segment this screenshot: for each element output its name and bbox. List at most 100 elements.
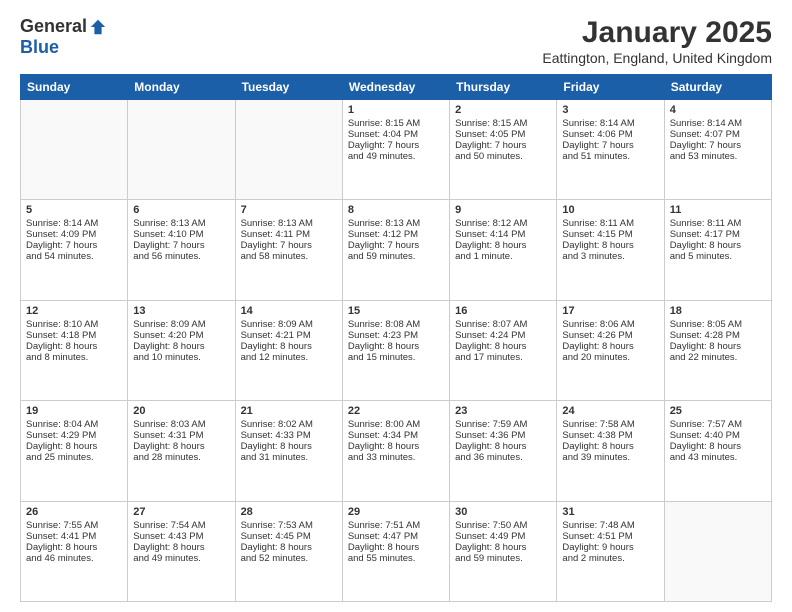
day-number: 22: [348, 405, 444, 417]
calendar-cell: [664, 501, 771, 601]
day-number: 29: [348, 506, 444, 518]
cell-text: Sunset: 4:40 PM: [670, 430, 766, 441]
cell-text: Daylight: 8 hours: [562, 240, 658, 251]
header-thursday: Thursday: [450, 75, 557, 100]
header-monday: Monday: [128, 75, 235, 100]
day-number: 12: [26, 305, 122, 317]
calendar-cell: 21Sunrise: 8:02 AMSunset: 4:33 PMDayligh…: [235, 401, 342, 501]
cell-text: Sunrise: 8:13 AM: [241, 218, 337, 229]
day-number: 8: [348, 204, 444, 216]
cell-text: Daylight: 8 hours: [348, 542, 444, 553]
cell-text: Sunrise: 8:15 AM: [455, 118, 551, 129]
cell-text: Sunset: 4:20 PM: [133, 330, 229, 341]
header-friday: Friday: [557, 75, 664, 100]
cell-text: and 22 minutes.: [670, 352, 766, 363]
calendar-cell: 8Sunrise: 8:13 AMSunset: 4:12 PMDaylight…: [342, 200, 449, 300]
cell-text: and 8 minutes.: [26, 352, 122, 363]
day-number: 13: [133, 305, 229, 317]
day-number: 30: [455, 506, 551, 518]
calendar-cell: 11Sunrise: 8:11 AMSunset: 4:17 PMDayligh…: [664, 200, 771, 300]
cell-text: Sunset: 4:28 PM: [670, 330, 766, 341]
header-saturday: Saturday: [664, 75, 771, 100]
cell-text: Daylight: 7 hours: [348, 140, 444, 151]
cell-text: Daylight: 8 hours: [348, 341, 444, 352]
page: General Blue January 2025 Eattington, En…: [0, 0, 792, 612]
cell-text: Daylight: 7 hours: [133, 240, 229, 251]
cell-text: Sunset: 4:23 PM: [348, 330, 444, 341]
header: General Blue January 2025 Eattington, En…: [20, 16, 772, 66]
cell-text: Sunrise: 7:55 AM: [26, 520, 122, 531]
cell-text: Daylight: 8 hours: [562, 341, 658, 352]
cell-text: and 31 minutes.: [241, 452, 337, 463]
cell-text: Daylight: 7 hours: [670, 140, 766, 151]
cell-text: Sunset: 4:29 PM: [26, 430, 122, 441]
day-number: 25: [670, 405, 766, 417]
cell-text: and 3 minutes.: [562, 251, 658, 262]
cell-text: Sunrise: 8:03 AM: [133, 419, 229, 430]
day-number: 16: [455, 305, 551, 317]
day-number: 31: [562, 506, 658, 518]
cell-text: Sunset: 4:15 PM: [562, 229, 658, 240]
cell-text: Sunrise: 8:13 AM: [133, 218, 229, 229]
cell-text: and 49 minutes.: [348, 151, 444, 162]
calendar-cell: 30Sunrise: 7:50 AMSunset: 4:49 PMDayligh…: [450, 501, 557, 601]
cell-text: Daylight: 8 hours: [133, 341, 229, 352]
cell-text: Sunset: 4:14 PM: [455, 229, 551, 240]
day-number: 18: [670, 305, 766, 317]
cell-text: and 43 minutes.: [670, 452, 766, 463]
cell-text: Sunset: 4:10 PM: [133, 229, 229, 240]
cell-text: Sunrise: 8:10 AM: [26, 319, 122, 330]
calendar-cell: 18Sunrise: 8:05 AMSunset: 4:28 PMDayligh…: [664, 300, 771, 400]
cell-text: Sunset: 4:51 PM: [562, 531, 658, 542]
day-number: 3: [562, 104, 658, 116]
cell-text: Sunrise: 8:07 AM: [455, 319, 551, 330]
cell-text: Sunset: 4:43 PM: [133, 531, 229, 542]
calendar-cell: 10Sunrise: 8:11 AMSunset: 4:15 PMDayligh…: [557, 200, 664, 300]
cell-text: Sunrise: 8:04 AM: [26, 419, 122, 430]
cell-text: and 52 minutes.: [241, 553, 337, 564]
cell-text: and 54 minutes.: [26, 251, 122, 262]
day-number: 4: [670, 104, 766, 116]
calendar-cell: 24Sunrise: 7:58 AMSunset: 4:38 PMDayligh…: [557, 401, 664, 501]
cell-text: and 51 minutes.: [562, 151, 658, 162]
day-number: 15: [348, 305, 444, 317]
calendar-cell: 15 Sunrise: 8:08 AMSunset: 4:23 PMDayligh…: [342, 300, 449, 400]
calendar-cell: 17Sunrise: 8:06 AMSunset: 4:26 PMDayligh…: [557, 300, 664, 400]
subtitle: Eattington, England, United Kingdom: [542, 50, 772, 66]
header-sunday: Sunday: [21, 75, 128, 100]
cell-text: Sunset: 4:24 PM: [455, 330, 551, 341]
calendar-cell: 4Sunrise: 8:14 AMSunset: 4:07 PMDaylight…: [664, 100, 771, 200]
cell-text: Sunrise: 7:57 AM: [670, 419, 766, 430]
cell-text: Sunrise: 8:08 AM: [348, 319, 444, 330]
logo: General Blue: [20, 16, 107, 58]
day-number: 27: [133, 506, 229, 518]
header-wednesday: Wednesday: [342, 75, 449, 100]
day-number: 1: [348, 104, 444, 116]
calendar-cell: 1Sunrise: 8:15 AMSunset: 4:04 PMDaylight…: [342, 100, 449, 200]
cell-text: Sunset: 4:31 PM: [133, 430, 229, 441]
cell-text: Sunset: 4:38 PM: [562, 430, 658, 441]
cell-text: and 53 minutes.: [670, 151, 766, 162]
cell-text: Sunrise: 8:15 AM: [348, 118, 444, 129]
cell-text: Daylight: 8 hours: [348, 441, 444, 452]
day-number: 11: [670, 204, 766, 216]
cell-text: Daylight: 8 hours: [241, 542, 337, 553]
cell-text: and 58 minutes.: [241, 251, 337, 262]
cell-text: and 1 minute.: [455, 251, 551, 262]
cell-text: Sunrise: 7:50 AM: [455, 520, 551, 531]
calendar-table: Sunday Monday Tuesday Wednesday Thursday…: [20, 74, 772, 602]
cell-text: Sunrise: 8:14 AM: [670, 118, 766, 129]
day-number: 6: [133, 204, 229, 216]
cell-text: and 59 minutes.: [348, 251, 444, 262]
calendar-cell: 25Sunrise: 7:57 AMSunset: 4:40 PMDayligh…: [664, 401, 771, 501]
cell-text: Sunrise: 8:06 AM: [562, 319, 658, 330]
cell-text: Sunset: 4:26 PM: [562, 330, 658, 341]
cell-text: and 5 minutes.: [670, 251, 766, 262]
cell-text: and 10 minutes.: [133, 352, 229, 363]
calendar-cell: 31Sunrise: 7:48 AMSunset: 4:51 PMDayligh…: [557, 501, 664, 601]
cell-text: and 36 minutes.: [455, 452, 551, 463]
cell-text: Daylight: 7 hours: [26, 240, 122, 251]
cell-text: Daylight: 8 hours: [562, 441, 658, 452]
cell-text: Sunset: 4:18 PM: [26, 330, 122, 341]
calendar-cell: [128, 100, 235, 200]
